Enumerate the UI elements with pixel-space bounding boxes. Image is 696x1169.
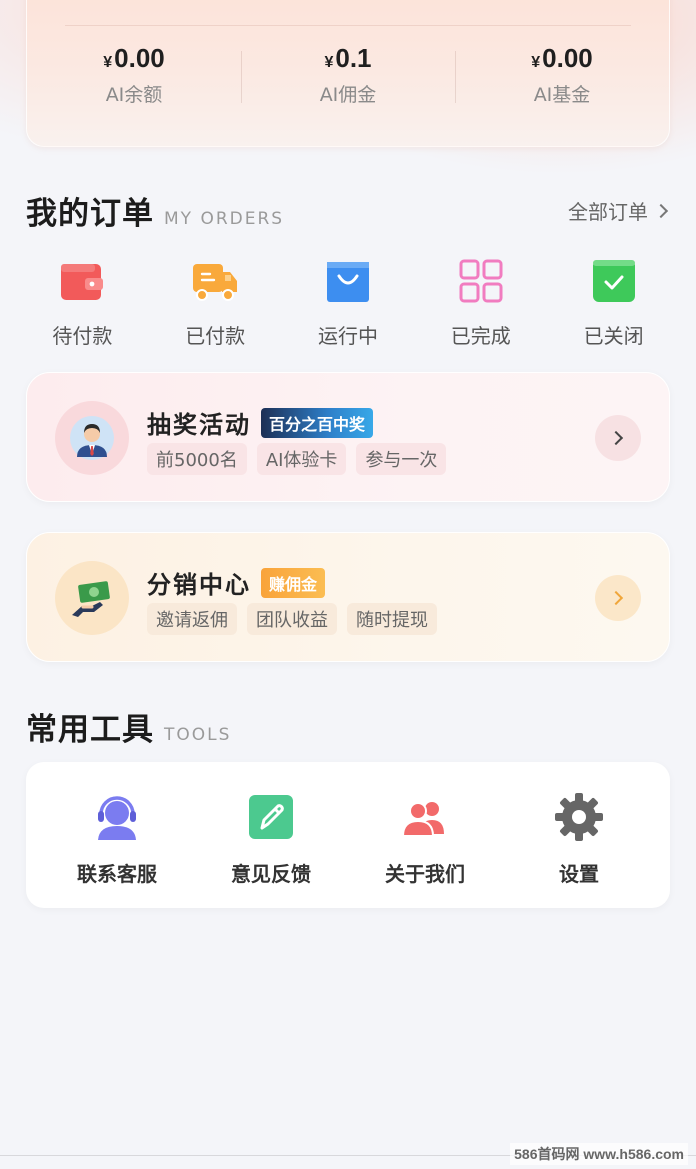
distribution-arrow-button[interactable] (595, 575, 641, 621)
wallet-stat-balance[interactable]: ¥0.00 AI余额 (27, 43, 241, 107)
commission-label: AI佣金 (319, 84, 377, 106)
order-status-row: 待付款 已付款 运行中 已完成 已关闭 (16, 258, 680, 349)
chevron-right-icon (608, 430, 624, 446)
tool-customer-service[interactable]: 联系客服 (40, 762, 194, 908)
lottery-title-row: 抽奖活动 百分之百中奖 (147, 405, 374, 440)
balance-value: 0.00 (114, 43, 165, 73)
distribution-badge: 赚佣金 (261, 567, 326, 598)
lottery-tag: 前5000名 (147, 443, 247, 475)
order-label: 已完成 (450, 324, 511, 348)
lottery-arrow-button[interactable] (595, 415, 641, 461)
gear-icon (555, 793, 603, 841)
wallet-stat-commission[interactable]: ¥0.1 AI佣金 (241, 43, 455, 107)
order-label: 运行中 (317, 324, 378, 348)
order-closed[interactable]: 已关闭 (547, 258, 680, 349)
wallet-divider (65, 25, 631, 26)
distribution-title-row: 分销中心 赚佣金 (147, 565, 326, 600)
headset-icon (98, 796, 136, 840)
grid-icon (459, 259, 503, 303)
commission-value: 0.1 (335, 43, 372, 73)
chevron-right-icon (608, 590, 624, 606)
distribution-card[interactable]: 分销中心 赚佣金 邀请返佣 团队收益 随时提现 (26, 532, 670, 662)
lottery-badge: 百分之百中奖 (261, 407, 374, 438)
order-completed[interactable]: 已完成 (414, 258, 547, 349)
tool-about-us[interactable]: 关于我们 (348, 762, 502, 908)
tools-card: 联系客服 意见反馈 关于我们 设置 (26, 762, 670, 908)
fund-label: AI基金 (533, 84, 591, 106)
chevron-right-icon (653, 203, 669, 218)
balance-label: AI余额 (105, 84, 163, 106)
orders-subtitle: MY ORDERS (164, 209, 285, 229)
orders-title: 我的订单 (26, 196, 154, 232)
wallet-value: ¥0.00 (455, 43, 669, 74)
agent-avatar-icon (70, 416, 114, 460)
distribution-tag: 团队收益 (247, 603, 337, 635)
lottery-avatar (55, 401, 129, 475)
bag-icon (326, 262, 369, 302)
all-orders-label: 全部订单 (568, 200, 648, 224)
currency-symbol: ¥ (103, 54, 113, 71)
wallet-icon (61, 264, 104, 300)
distribution-tag: 邀请返佣 (147, 603, 237, 635)
lottery-tags: 前5000名 AI体验卡 参与一次 (147, 443, 447, 475)
tool-feedback[interactable]: 意见反馈 (194, 762, 348, 908)
lottery-tag: AI体验卡 (256, 443, 347, 475)
feedback-icon (249, 795, 293, 839)
fund-value: 0.00 (542, 43, 593, 73)
order-label: 待付款 (52, 324, 113, 348)
wallet-value: ¥0.1 (241, 43, 455, 74)
all-orders-link[interactable]: 全部订单 (568, 196, 669, 225)
tool-label: 关于我们 (385, 862, 465, 886)
lottery-title: 抽奖活动 (147, 411, 251, 439)
currency-symbol: ¥ (531, 54, 541, 71)
order-label: 已关闭 (583, 324, 644, 348)
distribution-title: 分销中心 (147, 571, 251, 599)
tool-label: 联系客服 (77, 862, 157, 886)
lottery-tag: 参与一次 (356, 443, 447, 475)
wallet-card: ¥0.00 AI余额 ¥0.1 AI佣金 ¥0.00 AI基金 (26, 0, 670, 147)
orders-section-title: 我的订单 MY ORDERS (26, 188, 284, 233)
currency-symbol: ¥ (324, 54, 334, 71)
order-running[interactable]: 运行中 (282, 258, 415, 349)
distribution-tags: 邀请返佣 团队收益 随时提现 (147, 603, 437, 635)
users-icon (401, 802, 444, 837)
tools-subtitle: TOOLS (164, 725, 232, 745)
order-paid[interactable]: 已付款 (149, 258, 282, 349)
truck-icon (193, 264, 238, 301)
distribution-tag: 随时提现 (347, 603, 437, 635)
order-label: 已付款 (185, 324, 246, 348)
tools-title: 常用工具 (26, 712, 154, 748)
tool-label: 意见反馈 (231, 862, 311, 886)
order-pending-payment[interactable]: 待付款 (16, 258, 149, 349)
tool-settings[interactable]: 设置 (502, 762, 656, 908)
site-watermark: 586首码网 www.h586.com (510, 1143, 688, 1165)
check-box-icon (592, 260, 635, 302)
lottery-card[interactable]: 抽奖活动 百分之百中奖 前5000名 AI体验卡 参与一次 (26, 372, 670, 502)
wallet-stat-fund[interactable]: ¥0.00 AI基金 (455, 43, 669, 107)
tool-label: 设置 (559, 862, 599, 886)
wallet-value: ¥0.00 (27, 43, 241, 74)
tools-section-title: 常用工具 TOOLS (26, 704, 231, 749)
distribution-avatar (55, 561, 129, 635)
wallet-stats: ¥0.00 AI余额 ¥0.1 AI佣金 ¥0.00 AI基金 (27, 43, 669, 107)
money-hand-icon (72, 581, 110, 617)
